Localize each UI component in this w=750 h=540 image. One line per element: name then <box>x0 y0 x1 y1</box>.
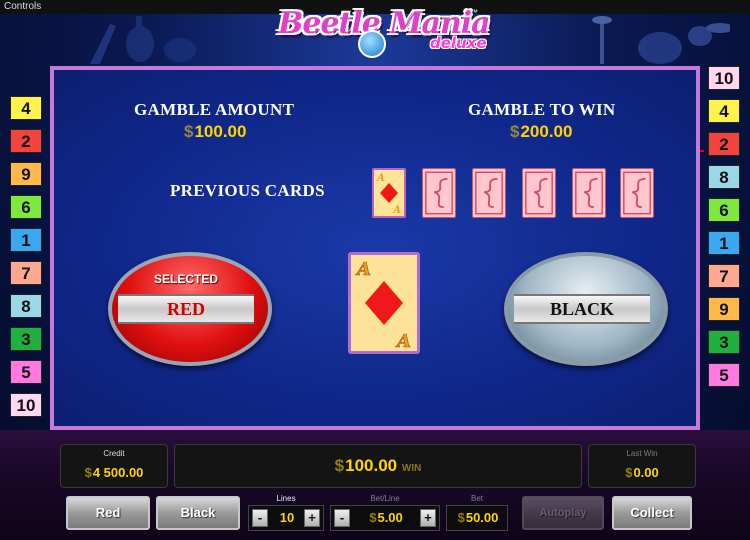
gamble-amount-value: 100.00 <box>184 122 246 142</box>
payline-button[interactable]: 4 <box>10 96 42 120</box>
svg-text:A: A <box>355 259 371 280</box>
win-display: 100.00 WIN <box>175 456 581 476</box>
previous-cards-label: PREVIOUS CARDS <box>170 181 325 200</box>
win-box: 100.00 WIN <box>174 444 582 488</box>
payline-button[interactable]: 6 <box>708 198 740 222</box>
lines-value: 10 <box>279 510 295 525</box>
payline-button[interactable]: 2 <box>10 129 42 153</box>
red-gamble-button[interactable]: Red <box>66 496 150 530</box>
instruments-decoration <box>90 16 196 64</box>
bet-box: 50.00 <box>446 505 508 531</box>
current-card: A A <box>348 252 420 354</box>
last-win-caption: Last Win <box>626 449 658 458</box>
payline-button[interactable]: 10 <box>10 393 42 417</box>
svg-text:A: A <box>395 331 411 351</box>
payline-button[interactable]: 2 <box>708 132 740 156</box>
last-win-value: 0.00 <box>589 465 695 480</box>
payline-button[interactable]: 6 <box>10 195 42 219</box>
previous-card-back <box>572 168 606 218</box>
payline-button[interactable]: 8 <box>10 294 42 318</box>
bet-line-stepper: - 5.00 + <box>330 505 440 531</box>
red-button[interactable]: SELECTED RED <box>108 252 272 366</box>
bet-line-plus-button[interactable]: + <box>420 509 436 527</box>
payline-button[interactable]: 9 <box>10 162 42 186</box>
gamble-panel: GAMBLE AMOUNT 100.00 GAMBLE TO WIN 200.0… <box>50 66 700 430</box>
payline-button[interactable]: 1 <box>10 228 42 252</box>
credit-caption: Credit <box>103 449 125 458</box>
gamble-amount-label: GAMBLE AMOUNT <box>134 100 295 119</box>
lines-minus-button[interactable]: - <box>252 509 268 527</box>
payline-button[interactable]: 5 <box>10 360 42 384</box>
lines-stepper: - 10 + <box>248 505 324 531</box>
payline-button[interactable]: 3 <box>708 330 740 354</box>
paylines-left: 4 2 9 6 1 7 8 3 5 10 <box>0 96 48 426</box>
payline-button[interactable]: 10 <box>708 66 740 90</box>
bet-value: 50.00 <box>447 510 509 525</box>
bet-line-value: 5.00 <box>353 510 419 525</box>
lines-caption: Lines <box>276 494 296 503</box>
collect-button[interactable]: Collect <box>612 496 692 530</box>
trademark: ™ <box>470 8 478 17</box>
payline-button[interactable]: 7 <box>708 264 740 288</box>
payline-button[interactable]: 4 <box>708 99 740 123</box>
bet-caption: Bet <box>470 494 483 503</box>
black-gamble-button[interactable]: Black <box>156 496 240 530</box>
credit-value: 4 500.00 <box>61 465 167 480</box>
lines-plus-button[interactable]: + <box>304 509 320 527</box>
bet-line-caption: Bet/Line <box>370 494 400 503</box>
drumkit-decoration <box>592 16 730 64</box>
payline-button[interactable]: 9 <box>708 297 740 321</box>
win-value: 100.00 <box>335 456 397 475</box>
svg-text:A: A <box>376 173 385 184</box>
payline-button[interactable]: 7 <box>10 261 42 285</box>
payline-button[interactable]: 5 <box>708 363 740 387</box>
win-suffix: WIN <box>401 463 422 474</box>
red-label: RED <box>118 294 254 324</box>
payline-button[interactable]: 1 <box>708 231 740 255</box>
gamble-to-win-label: GAMBLE TO WIN <box>468 100 616 119</box>
previous-card-face: AA <box>372 168 406 218</box>
paylines-right: 10 4 2 8 6 1 7 9 3 5 <box>700 66 748 396</box>
controls-label: Controls <box>4 1 42 12</box>
previous-card-back <box>472 168 506 218</box>
svg-text:A: A <box>392 205 401 216</box>
bet-line-minus-button[interactable]: - <box>334 509 350 527</box>
last-win-box: Last Win 0.00 <box>588 444 696 488</box>
black-button[interactable]: BLACK <box>504 252 668 366</box>
payline-button[interactable]: 3 <box>10 327 42 351</box>
gamble-to-win-value: 200.00 <box>510 122 572 142</box>
credit-box: Credit 4 500.00 <box>60 444 168 488</box>
previous-card-back <box>620 168 654 218</box>
payline-button[interactable]: 8 <box>708 165 740 189</box>
black-label: BLACK <box>514 294 650 324</box>
game-logo: Beetle Mania deluxe ™ <box>270 2 491 68</box>
previous-card-back <box>422 168 456 218</box>
previous-card-back <box>522 168 556 218</box>
logo-subtitle: deluxe <box>430 34 487 52</box>
autoplay-button[interactable]: Autoplay <box>522 496 604 530</box>
selected-indicator: SELECTED <box>153 272 218 286</box>
beetle-icon <box>358 30 386 58</box>
